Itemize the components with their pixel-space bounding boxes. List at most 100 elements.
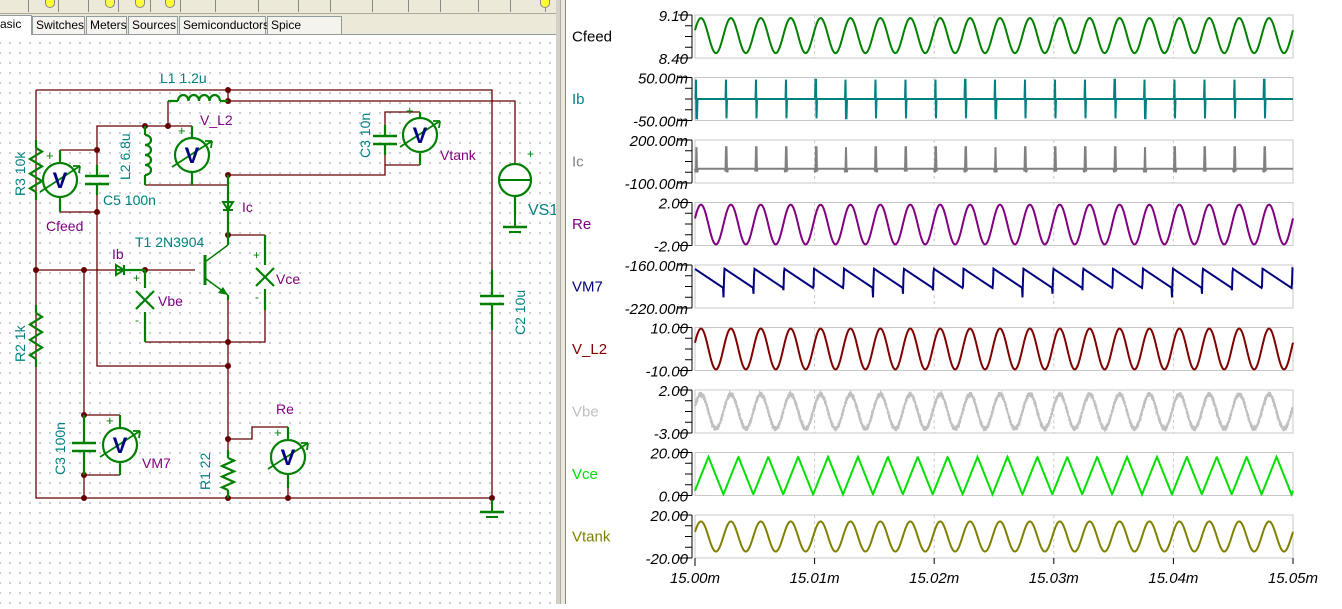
trace-Re: 2.00 -2.00 Re xyxy=(572,196,1294,256)
trace-plot-area xyxy=(694,327,1294,371)
trace-name-label[interactable]: VM7 xyxy=(572,279,603,296)
x-tick-label: 15.05m xyxy=(1268,570,1318,587)
voltage-source-VS1[interactable] xyxy=(497,162,533,198)
plus-sign: + xyxy=(274,425,282,440)
plus-sign: + xyxy=(253,248,260,262)
plus-sign: + xyxy=(527,147,534,161)
label-Re: Re xyxy=(276,401,294,417)
y-max-label: 20.00 xyxy=(649,508,688,525)
voltage-probe-icon xyxy=(135,290,155,310)
transistor-T1[interactable] xyxy=(203,244,229,296)
voltmeter-V_L2[interactable]: V xyxy=(171,136,213,174)
trace-Ib: 50.00m -50.00m Ib xyxy=(572,71,1294,131)
plus-sign: + xyxy=(106,413,114,428)
label-Ib: Ib xyxy=(112,246,124,262)
label-C2: C2 10u xyxy=(512,290,528,335)
trace-name-label[interactable]: Ib xyxy=(572,91,585,108)
label-C3-100n: C3 100n xyxy=(52,422,68,475)
junction-node xyxy=(33,267,39,273)
capacitor-C2[interactable] xyxy=(480,294,504,306)
x-tick-label: 15.02m xyxy=(909,570,959,587)
trace-name-label[interactable]: V_L2 xyxy=(572,341,607,358)
voltmeter-symbol: V xyxy=(281,445,296,470)
resistor-R2[interactable] xyxy=(27,312,45,360)
x-tick-label: 15.04m xyxy=(1148,570,1198,587)
probe-Vbe[interactable] xyxy=(135,290,155,310)
trace-name-label[interactable]: Cfeed xyxy=(572,29,612,46)
label-C5: C5 100n xyxy=(103,192,156,208)
junction-node xyxy=(225,339,231,345)
inductor-L1[interactable] xyxy=(176,93,222,102)
y-max-label: -160.00m xyxy=(625,258,688,275)
y-min-label: -100.00m xyxy=(625,176,688,193)
y-max-label: 50.00m xyxy=(638,71,688,88)
y-min-label: -10.00 xyxy=(645,364,688,381)
label-R1: R1 22 xyxy=(197,452,213,490)
y-min-label: 8.40 xyxy=(659,51,689,68)
probe-Vce[interactable] xyxy=(255,267,275,287)
junction-node xyxy=(225,436,231,442)
label-Vce: Vce xyxy=(276,271,300,287)
junction-node xyxy=(94,147,100,153)
label-V_L2: V_L2 xyxy=(200,112,233,128)
circuit-diagram[interactable]: V + V + V + + + - + - V + V + L1 1.2u R3 10k L2 6.8u C5 10… xyxy=(0,0,556,604)
label-Cfeed: Cfeed xyxy=(46,218,83,234)
label-Ic: Ic xyxy=(242,199,253,215)
junction-node xyxy=(285,495,291,501)
capacitor-C5[interactable] xyxy=(85,174,109,186)
label-T1: T1 2N3904 xyxy=(135,234,204,250)
y-max-label: 9.10 xyxy=(659,8,689,25)
label-L1: L1 1.2u xyxy=(160,70,207,86)
voltmeter-symbol: V xyxy=(113,433,128,458)
plus-sign: + xyxy=(46,148,54,163)
wire xyxy=(60,195,98,213)
y-max-label: 2.00 xyxy=(658,383,689,400)
voltmeter-Cfeed[interactable]: V xyxy=(39,161,81,199)
trace-name-label[interactable]: Vbe xyxy=(572,404,599,421)
resistor-R3[interactable] xyxy=(27,147,45,193)
trace-VM7: -160.00m -220.00m VM7 xyxy=(572,258,1294,318)
label-VS1: VS1 xyxy=(528,202,556,219)
plus-sign: + xyxy=(406,103,414,118)
trace-Cfeed: 9.10 8.40 Cfeed xyxy=(572,8,1294,68)
trace-plot-area xyxy=(694,389,1294,434)
junction-node xyxy=(81,267,87,273)
inductor-L2[interactable] xyxy=(144,133,153,177)
transistor-collector xyxy=(204,244,229,263)
trace-name-label[interactable]: Vtank xyxy=(572,529,611,546)
y-max-label: 20.00 xyxy=(649,446,688,463)
trace-plot-area xyxy=(694,14,1294,59)
transient-analysis-chart: 9.10 8.40 Cfeed 50.00m -50.00m Ib 200.00m -100.… xyxy=(572,8,1318,587)
label-C3-10n: C3 10n xyxy=(357,113,373,158)
trace-name-label[interactable]: Re xyxy=(572,216,591,233)
plus-sign: + xyxy=(178,123,186,138)
y-max-label: 10.00 xyxy=(650,321,688,338)
trace-name-label[interactable]: Ic xyxy=(572,154,584,171)
voltmeter-VM7[interactable]: V xyxy=(99,426,141,464)
voltmeter-symbol: V xyxy=(413,123,428,148)
trace-plot-area xyxy=(694,514,1294,559)
voltmeter-symbol: V xyxy=(185,143,200,168)
voltmeter-Vtank[interactable]: V xyxy=(399,116,441,154)
y-max-label: 2.00 xyxy=(658,196,689,213)
x-tick-label: 15.03m xyxy=(1029,570,1079,587)
label-VM7: VM7 xyxy=(142,455,171,471)
minus-sign: - xyxy=(135,313,139,327)
y-min-label: -220.00m xyxy=(625,301,688,318)
junction-node xyxy=(94,209,100,215)
waveform-panel: 9.10 8.40 Cfeed 50.00m -50.00m Ib 200.00m -100.… xyxy=(566,0,1342,604)
trace-name-label[interactable]: Vce xyxy=(572,466,598,483)
capacitor-C3-10n[interactable] xyxy=(373,134,397,146)
capacitor-C3-100n[interactable] xyxy=(72,441,96,453)
trace-Vbe: 2.00 -3.00 Vbe xyxy=(572,383,1294,443)
voltmeter-Re[interactable]: V xyxy=(267,438,309,476)
voltage-probe-icon xyxy=(255,267,275,287)
label-Vbe: Vbe xyxy=(158,293,183,309)
ground-vs1 xyxy=(503,215,527,233)
junction-node xyxy=(225,87,231,93)
y-min-label: -20.00 xyxy=(645,551,688,568)
junction-node xyxy=(225,363,231,369)
minus-sign: - xyxy=(255,290,259,304)
y-min-label: -3.00 xyxy=(654,426,689,443)
resistor-R1[interactable] xyxy=(219,456,237,492)
